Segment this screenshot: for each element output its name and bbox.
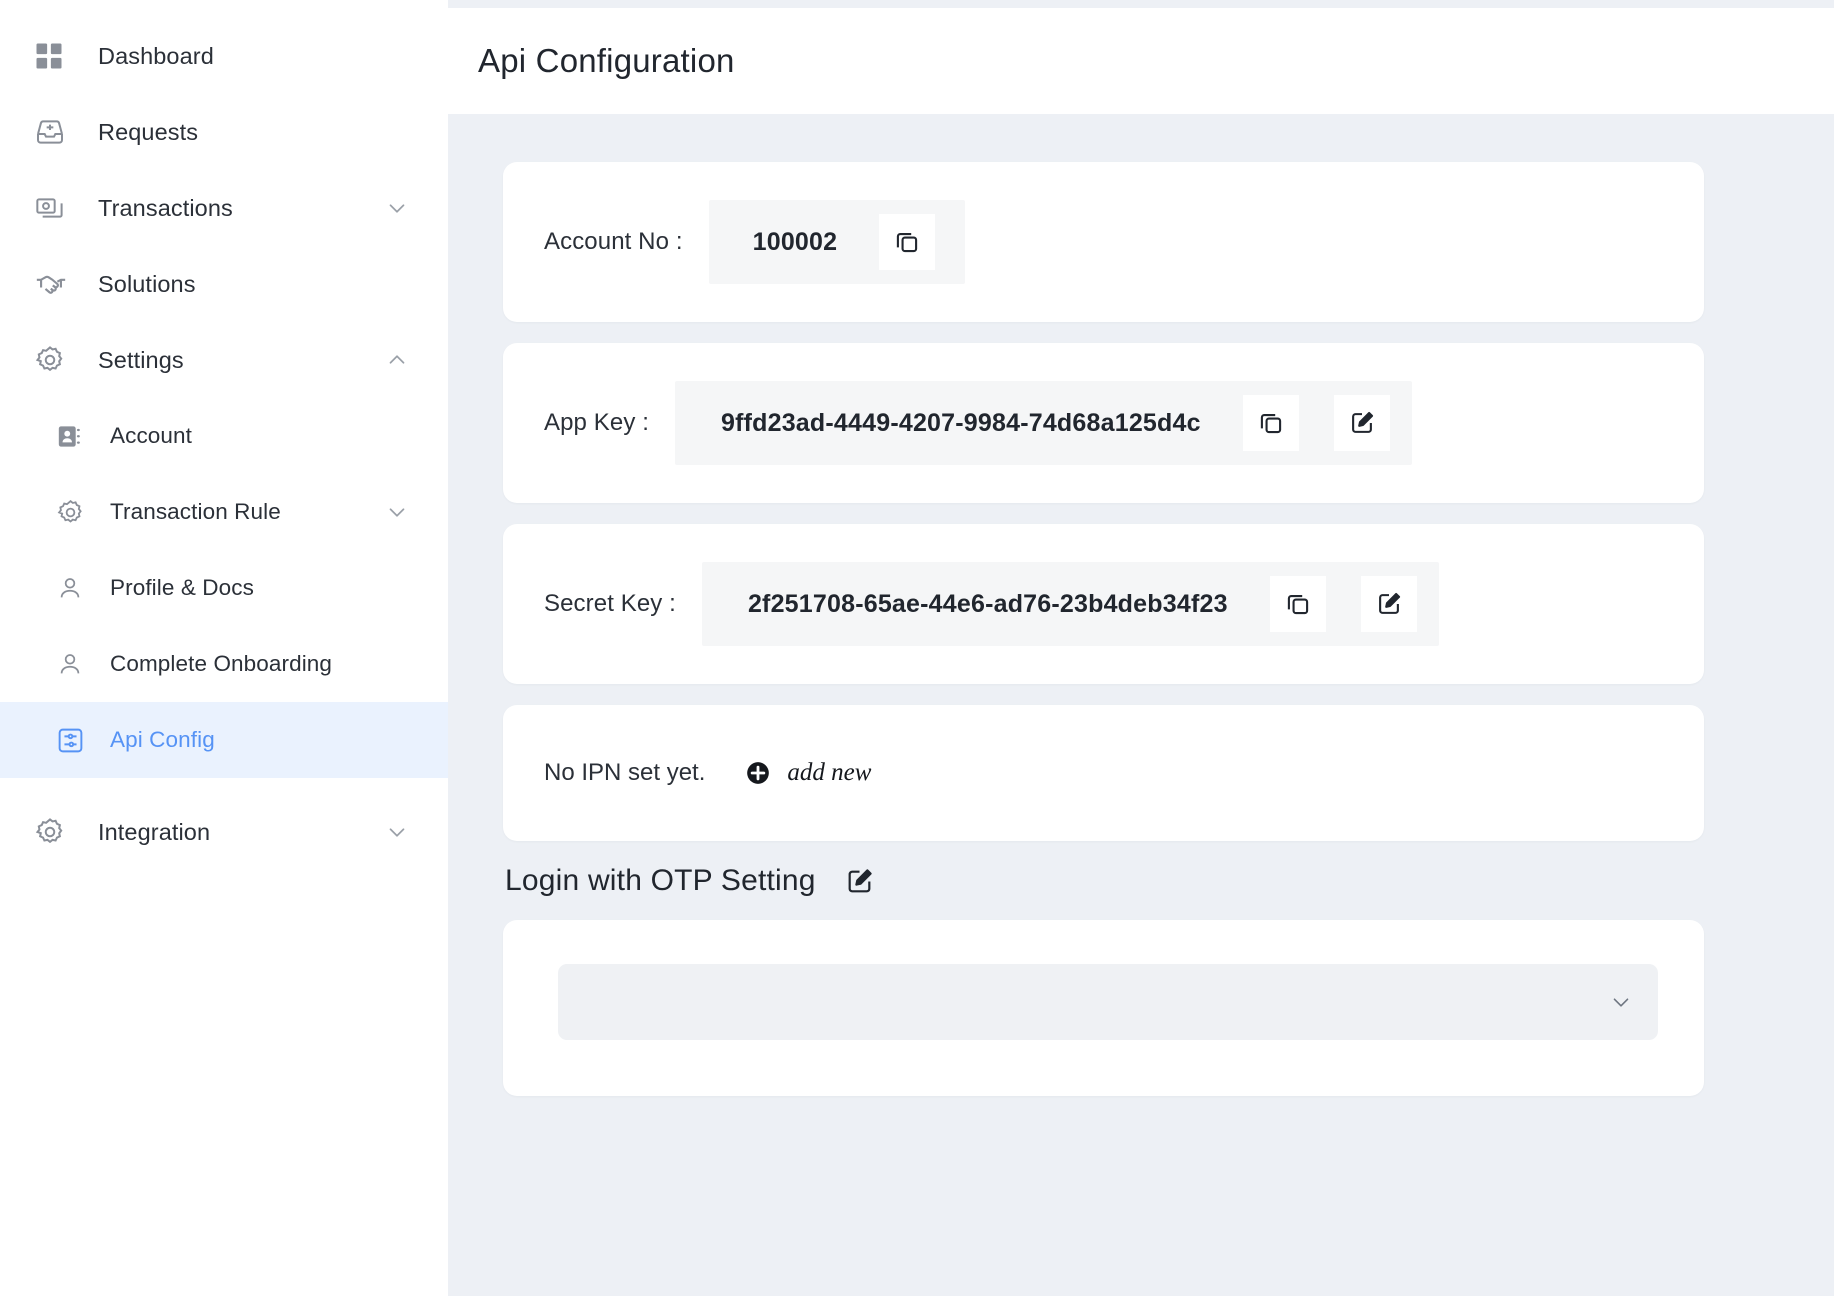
sidebar-item-dashboard[interactable]: Dashboard <box>0 18 448 94</box>
sidebar-item-solutions[interactable]: Solutions <box>0 246 448 322</box>
sidebar-item-complete-onboarding[interactable]: Complete Onboarding <box>0 626 448 702</box>
add-new-ipn-button[interactable]: add new <box>745 759 871 787</box>
main-area: Api Configuration Account No : 100002 <box>448 0 1834 1296</box>
chevron-down-icon[interactable] <box>1608 989 1634 1015</box>
otp-section-title: Login with OTP Setting <box>505 864 816 898</box>
page-content: Account No : 100002 App Key : 9ffd23ad-4… <box>448 114 1834 1096</box>
sidebar-item-label: Requests <box>98 119 198 146</box>
sidebar: Dashboard Requests Transactions Solution… <box>0 0 448 1296</box>
otp-select[interactable] <box>558 964 1658 1040</box>
account-no-label: Account No : <box>544 228 683 256</box>
secret-key-value: 2f251708-65ae-44e6-ad76-23b4deb34f23 <box>748 590 1228 619</box>
contact-card-icon <box>56 423 90 450</box>
sidebar-item-label: Transactions <box>98 195 233 222</box>
sidebar-item-label: Transaction Rule <box>110 499 281 525</box>
edit-icon[interactable] <box>1334 395 1390 451</box>
ipn-row: No IPN set yet. add new <box>503 705 1704 841</box>
user-icon <box>56 574 90 602</box>
sidebar-spacer <box>0 778 448 794</box>
gear-icon <box>34 816 76 848</box>
grid-icon <box>34 41 76 71</box>
sidebar-item-account[interactable]: Account <box>0 398 448 474</box>
user-icon <box>56 650 90 678</box>
app-key-value-box: 9ffd23ad-4449-4207-9984-74d68a125d4c <box>675 381 1412 465</box>
secret-key-label: Secret Key : <box>544 590 676 618</box>
gear-icon <box>34 344 76 376</box>
ipn-card: No IPN set yet. add new <box>503 705 1704 841</box>
add-new-label: add new <box>787 759 871 787</box>
handshake-icon <box>34 267 76 301</box>
account-no-value: 100002 <box>753 228 838 257</box>
sidebar-item-api-config[interactable]: Api Config <box>0 702 448 778</box>
sidebar-item-label: Solutions <box>98 271 196 298</box>
sidebar-item-integration[interactable]: Integration <box>0 794 448 870</box>
secret-key-card: Secret Key : 2f251708-65ae-44e6-ad76-23b… <box>503 524 1704 684</box>
edit-icon[interactable] <box>1361 576 1417 632</box>
copy-icon[interactable] <box>1243 395 1299 451</box>
otp-setting-card <box>503 920 1704 1096</box>
copy-icon[interactable] <box>879 214 935 270</box>
gear-icon <box>56 498 90 527</box>
account-no-card: Account No : 100002 <box>503 162 1704 322</box>
account-no-row: Account No : 100002 <box>503 162 1704 322</box>
otp-section-header: Login with OTP Setting <box>505 864 1704 898</box>
app-key-row: App Key : 9ffd23ad-4449-4207-9984-74d68a… <box>503 343 1704 503</box>
sidebar-item-label: Complete Onboarding <box>110 651 332 677</box>
sidebar-item-label: Dashboard <box>98 43 214 70</box>
sidebar-item-label: Settings <box>98 347 184 374</box>
app-key-value: 9ffd23ad-4449-4207-9984-74d68a125d4c <box>721 409 1201 438</box>
sidebar-item-settings[interactable]: Settings <box>0 322 448 398</box>
sidebar-item-label: Integration <box>98 819 210 846</box>
plus-circle-icon <box>745 760 771 786</box>
cards-icon <box>34 192 76 224</box>
api-config-icon <box>56 726 90 755</box>
app-key-label: App Key : <box>544 409 649 437</box>
ipn-status-text: No IPN set yet. <box>544 759 705 787</box>
sidebar-item-transaction-rule[interactable]: Transaction Rule <box>0 474 448 550</box>
sidebar-item-label: Api Config <box>110 727 215 753</box>
account-no-value-box: 100002 <box>709 200 966 284</box>
app-root: Dashboard Requests Transactions Solution… <box>0 0 1834 1296</box>
chevron-down-icon[interactable] <box>384 195 410 221</box>
sidebar-item-requests[interactable]: Requests <box>0 94 448 170</box>
copy-icon[interactable] <box>1270 576 1326 632</box>
page-header: Api Configuration <box>448 8 1834 114</box>
sidebar-item-label: Account <box>110 423 192 449</box>
chevron-up-icon[interactable] <box>384 347 410 373</box>
secret-key-row: Secret Key : 2f251708-65ae-44e6-ad76-23b… <box>503 524 1704 684</box>
chevron-down-icon[interactable] <box>384 499 410 525</box>
edit-icon[interactable] <box>844 866 875 897</box>
sidebar-item-transactions[interactable]: Transactions <box>0 170 448 246</box>
sidebar-item-profile-and-docs[interactable]: Profile & Docs <box>0 550 448 626</box>
app-key-card: App Key : 9ffd23ad-4449-4207-9984-74d68a… <box>503 343 1704 503</box>
page-title: Api Configuration <box>478 42 735 80</box>
sidebar-item-label: Profile & Docs <box>110 575 254 601</box>
inbox-icon <box>34 116 76 148</box>
chevron-down-icon[interactable] <box>384 819 410 845</box>
secret-key-value-box: 2f251708-65ae-44e6-ad76-23b4deb34f23 <box>702 562 1439 646</box>
